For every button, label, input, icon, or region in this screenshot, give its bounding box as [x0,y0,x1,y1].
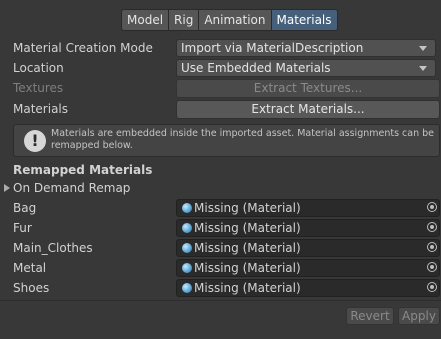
material-field-value: Missing (Material) [194,201,301,215]
material-sphere-icon [182,283,192,293]
material-field-value: Missing (Material) [194,281,301,295]
material-slot-row: Main_Clothes Missing (Material) [0,238,441,258]
extract-textures-button[interactable]: Extract Textures... [176,79,440,98]
material-slot-row: Shoes Missing (Material) [0,278,441,298]
material-field-value: Missing (Material) [194,261,301,275]
material-object-field[interactable]: Missing (Material) [176,219,440,237]
material-slot-row: Fur Missing (Material) [0,218,441,238]
tab-rig[interactable]: Rig [169,9,200,31]
material-slot-row: Metal Missing (Material) [0,258,441,278]
dropdown-arrow-icon [419,66,427,71]
textures-label: Textures [13,81,64,95]
material-creation-mode-value: Import via MaterialDescription [181,41,364,55]
import-settings-inspector: Model Rig Animation Materials Material C… [0,0,441,339]
on-demand-remap-label: On Demand Remap [13,181,131,195]
foldout-arrow-icon [4,184,10,192]
import-tabs: Model Rig Animation Materials [121,9,338,31]
tab-model[interactable]: Model [121,9,170,31]
material-slot-label: Bag [13,201,37,215]
location-value: Use Embedded Materials [181,61,331,75]
material-slot-label: Metal [13,261,47,275]
materials-label: Materials [13,102,69,116]
material-field-value: Missing (Material) [194,241,301,255]
object-picker-icon[interactable] [427,202,437,212]
material-slot-label: Fur [13,221,32,235]
revert-button[interactable]: Revert [346,307,394,325]
apply-button[interactable]: Apply [398,307,440,325]
object-picker-icon[interactable] [427,262,437,272]
material-object-field[interactable]: Missing (Material) [176,259,440,277]
material-sphere-icon [182,243,192,253]
warning-exclamation-icon: ! [24,130,46,152]
remapped-materials-title: Remapped Materials [13,163,153,177]
location-row: Location Use Embedded Materials [0,58,441,78]
object-picker-icon[interactable] [427,282,437,292]
location-label: Location [13,61,64,75]
material-creation-mode-row: Material Creation Mode Import via Materi… [0,38,441,58]
material-object-field[interactable]: Missing (Material) [176,199,440,217]
on-demand-remap-foldout[interactable]: On Demand Remap [0,178,200,198]
material-sphere-icon [182,203,192,213]
footer-divider [0,300,441,301]
material-sphere-icon [182,223,192,233]
material-slot-label: Main_Clothes [13,241,93,255]
materials-row: Materials Extract Materials... [0,99,441,119]
extract-materials-button[interactable]: Extract Materials... [176,100,440,119]
material-sphere-icon [182,263,192,273]
info-help-box: ! Materials are embedded inside the impo… [13,124,440,157]
tab-materials[interactable]: Materials [271,9,338,31]
textures-row: Textures Extract Textures... [0,78,441,98]
material-creation-mode-dropdown[interactable]: Import via MaterialDescription [176,39,436,57]
material-object-field[interactable]: Missing (Material) [176,239,440,257]
object-picker-icon[interactable] [427,242,437,252]
material-object-field[interactable]: Missing (Material) [176,279,440,297]
tab-animation[interactable]: Animation [199,9,272,31]
location-dropdown[interactable]: Use Embedded Materials [176,59,436,77]
material-creation-mode-label: Material Creation Mode [13,41,153,55]
material-slot-row: Bag Missing (Material) [0,198,441,218]
object-picker-icon[interactable] [427,222,437,232]
material-slot-label: Shoes [13,281,50,295]
material-field-value: Missing (Material) [194,221,301,235]
dropdown-arrow-icon [419,46,427,51]
help-message: Materials are embedded inside the import… [51,128,435,151]
